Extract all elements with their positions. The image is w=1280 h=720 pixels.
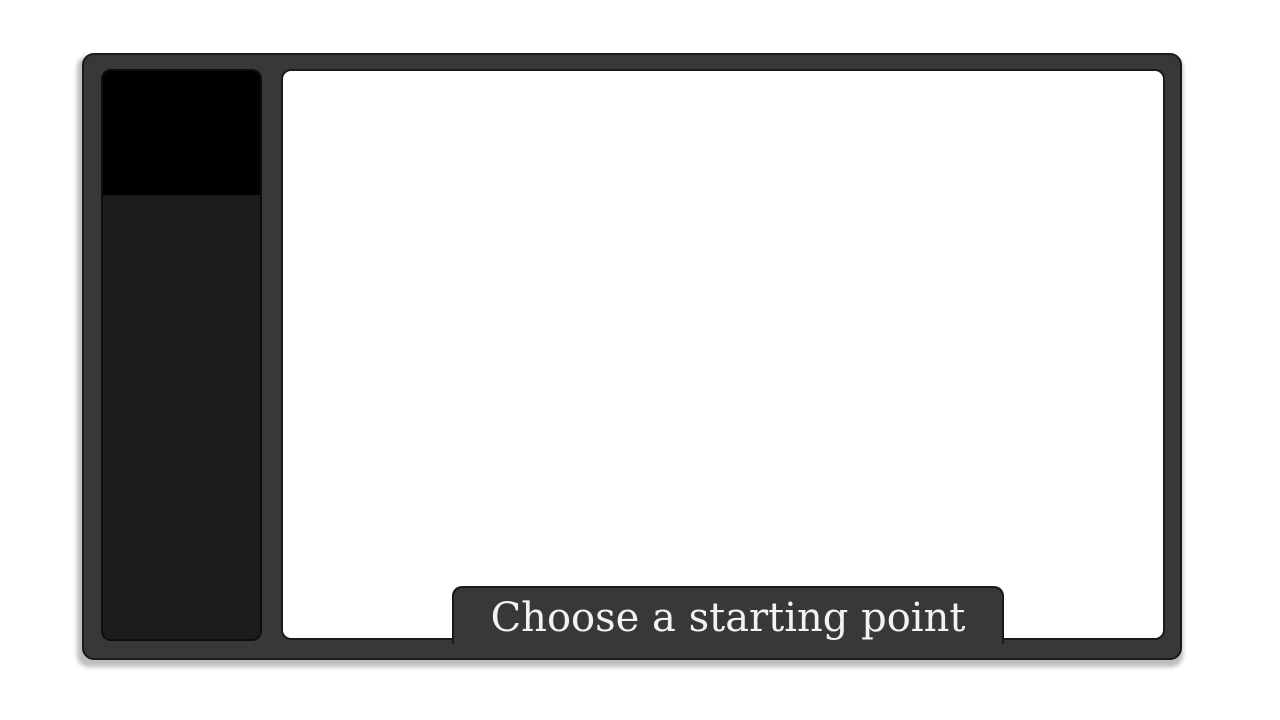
side-panel-header — [103, 71, 260, 195]
prompt-tab: Choose a starting point — [452, 586, 1004, 644]
side-panel — [101, 69, 262, 641]
main-canvas[interactable] — [281, 69, 1165, 640]
app-window: Choose a starting point — [0, 0, 1280, 720]
prompt-label: Choose a starting point — [490, 595, 966, 641]
